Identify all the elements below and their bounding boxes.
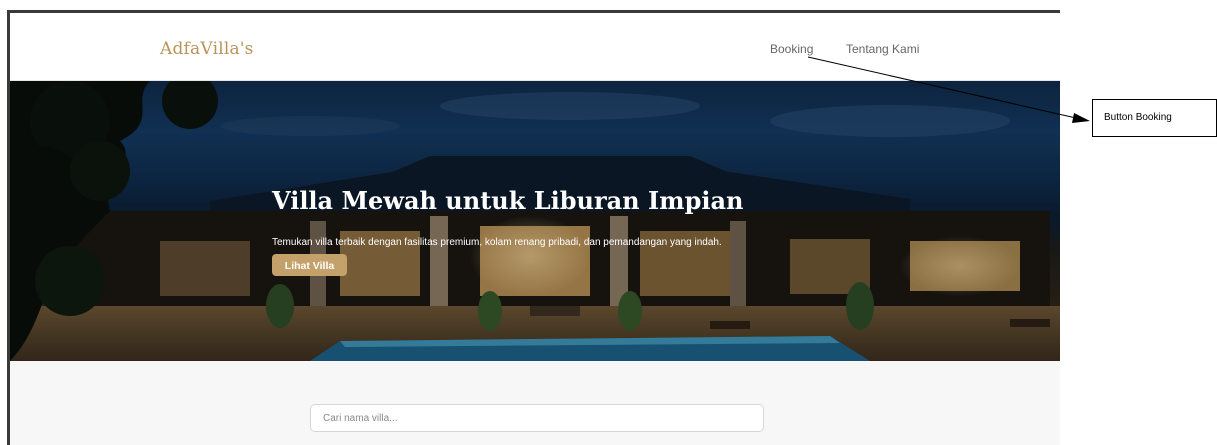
nav-link-tentang-kami[interactable]: Tentang Kami [846, 42, 919, 56]
nav-link-booking[interactable]: Booking [770, 42, 813, 56]
lihat-villa-button[interactable]: Lihat Villa [272, 254, 347, 276]
annotation-label: Button Booking [1104, 112, 1172, 123]
brand-logo[interactable]: AdfaVilla's [160, 39, 254, 59]
screenshot-canvas: AdfaVilla's Booking Tentang Kami Villa M… [0, 0, 1217, 445]
hero-subtitle: Temukan villa terbaik dengan fasilitas p… [272, 237, 722, 248]
annotation-label-box: Button Booking [1092, 99, 1217, 137]
search-input[interactable] [310, 404, 764, 432]
hero-overlay [10, 81, 1060, 361]
navbar: AdfaVilla's Booking Tentang Kami [10, 13, 1060, 81]
hero-section: Villa Mewah untuk Liburan Impian Temukan… [10, 81, 1060, 361]
hero-title: Villa Mewah untuk Liburan Impian [272, 186, 744, 215]
search-section [10, 361, 1060, 445]
browser-viewport: AdfaVilla's Booking Tentang Kami Villa M… [7, 10, 1060, 445]
